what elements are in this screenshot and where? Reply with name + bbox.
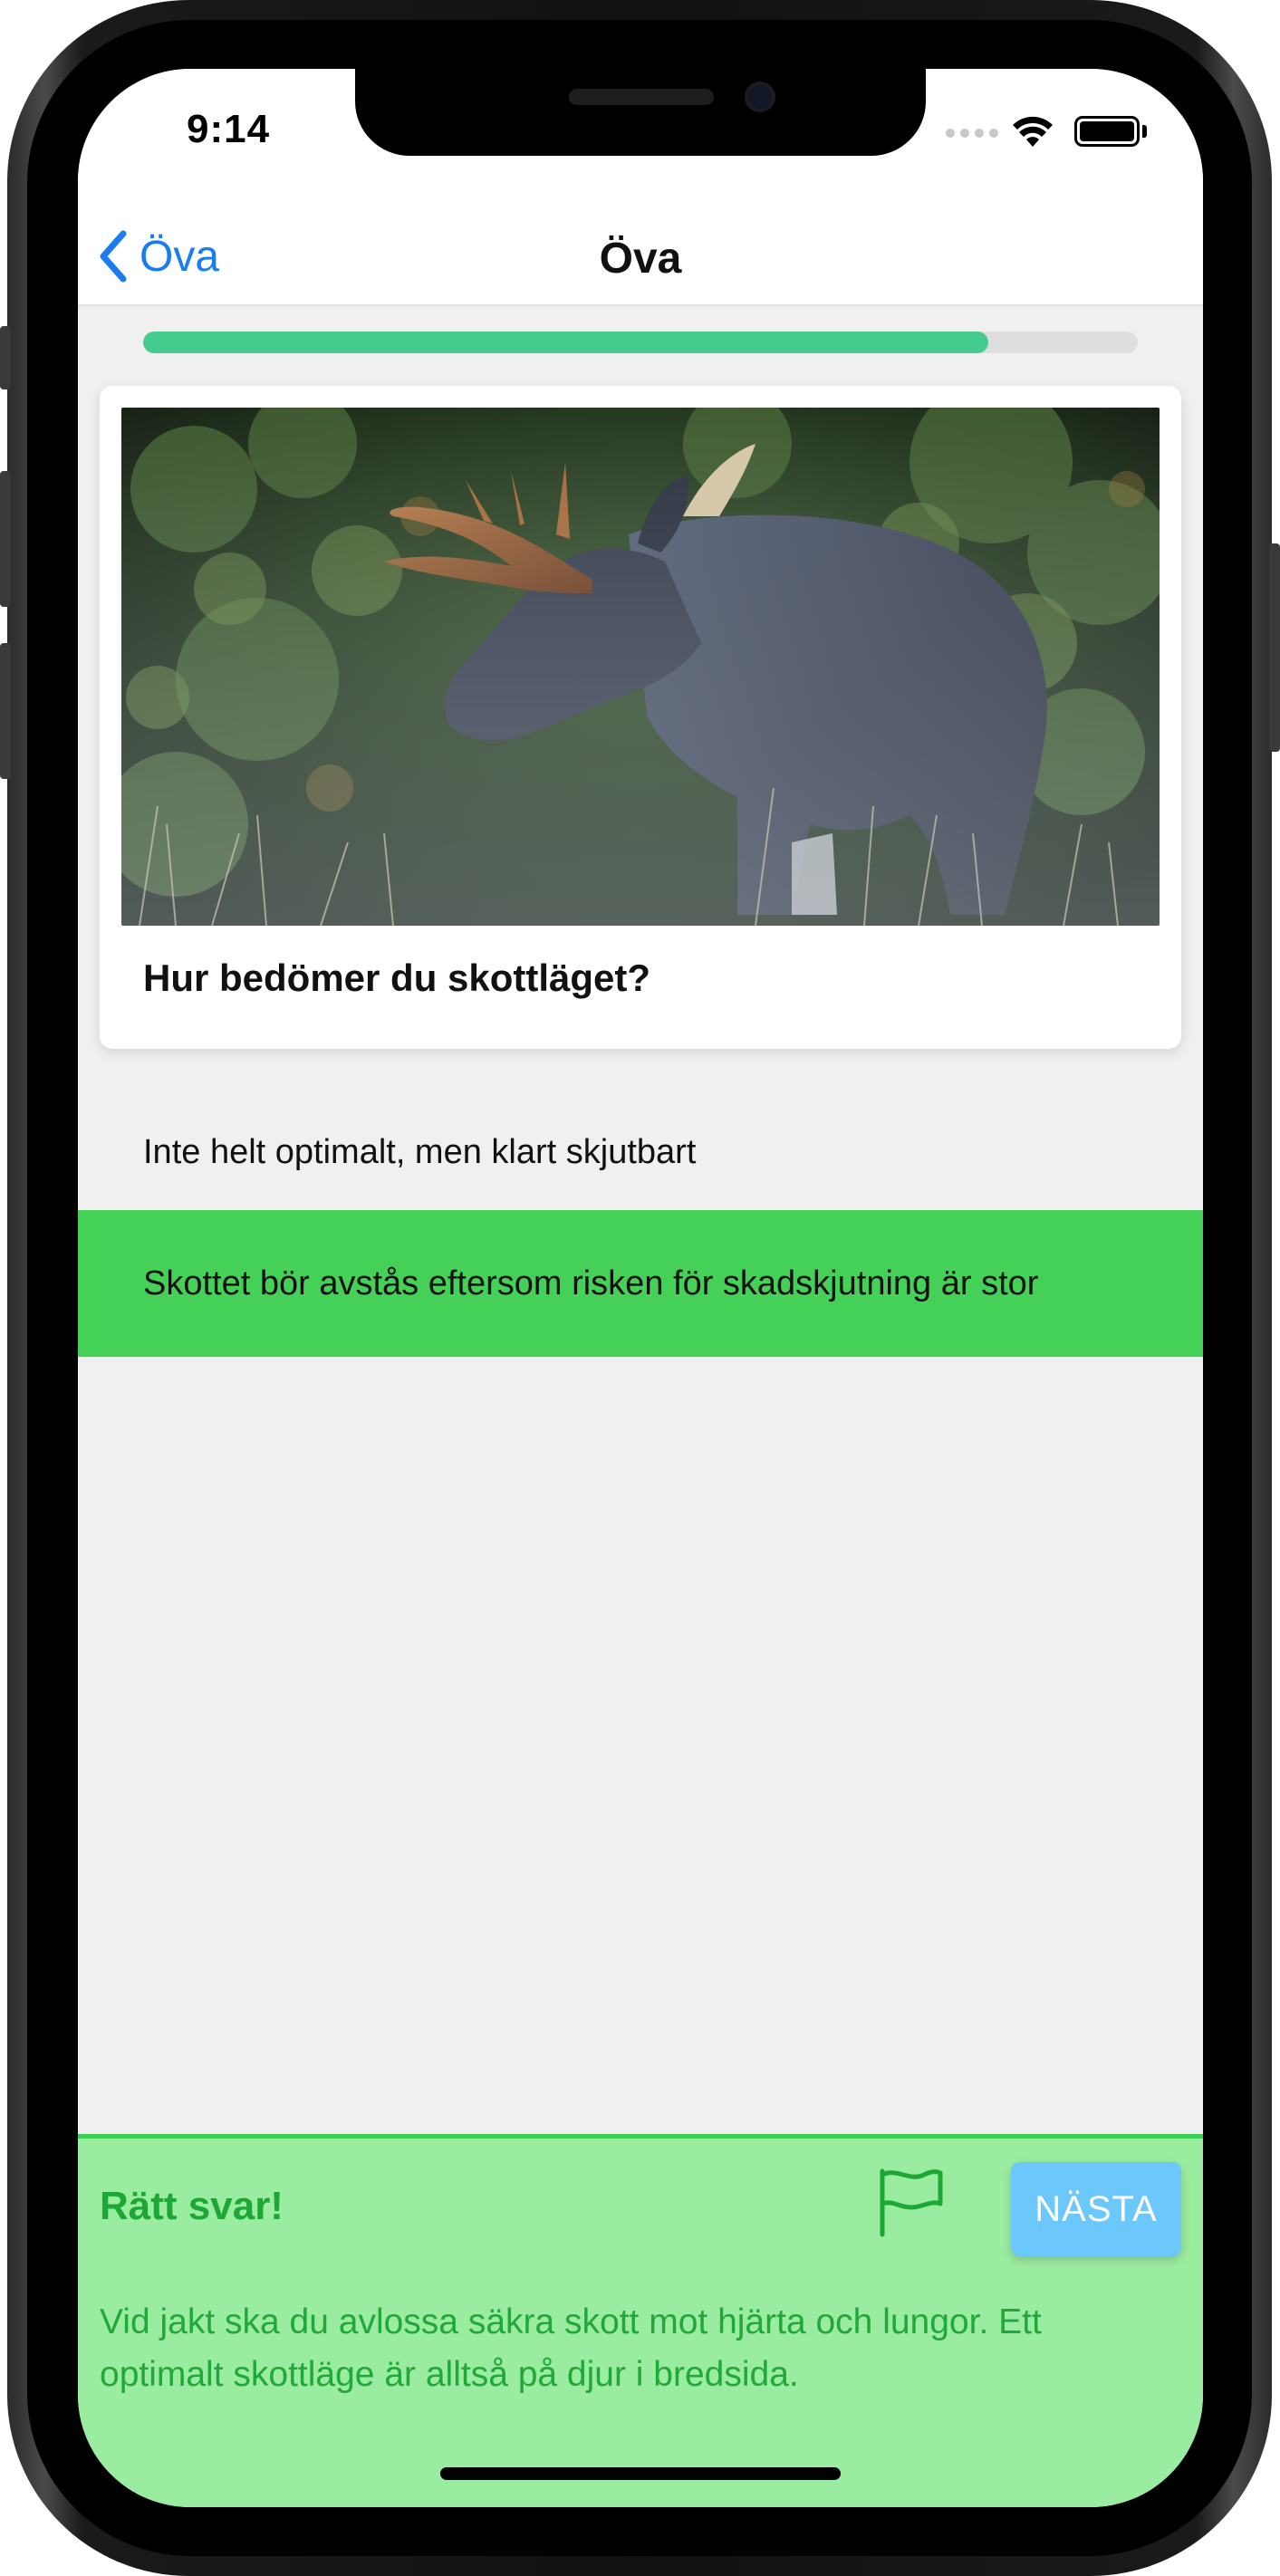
wifi-icon xyxy=(1013,116,1053,147)
battery-nub xyxy=(1142,125,1147,138)
volume-down-button xyxy=(0,643,11,779)
mute-switch xyxy=(0,326,11,389)
battery-full-icon xyxy=(1074,116,1140,147)
answer-option-1-label: Inte helt optimalt, men klart skjutbart xyxy=(143,1133,697,1171)
status-time: 9:14 xyxy=(187,107,271,151)
progress-bar-fill xyxy=(143,332,989,353)
answer-option-2[interactable]: Skottet bör avstås eftersom risken för s… xyxy=(78,1210,1203,1357)
flag-icon[interactable] xyxy=(875,2166,948,2238)
navigation-bar: Öva Öva xyxy=(78,205,1203,306)
question-text: Hur bedömer du skottläget? xyxy=(143,956,651,999)
answer-option-2-label: Skottet bör avstås eftersom risken för s… xyxy=(143,1264,1039,1302)
feedback-title: Rätt svar! xyxy=(100,2184,284,2228)
screen: 9:14 Öva Öva Hur bedömer du skottläget? … xyxy=(78,69,1203,2507)
status-bar: 9:14 xyxy=(78,69,1203,205)
power-button xyxy=(1269,543,1280,752)
moose-photo xyxy=(121,408,1160,926)
next-button[interactable]: NÄSTA xyxy=(1011,2162,1181,2256)
earpiece xyxy=(569,89,714,105)
feedback-panel: Rätt svar! NÄSTA Vid jakt ska du avlossa… xyxy=(78,2134,1203,2507)
cellular-signal-icon xyxy=(946,129,998,138)
question-card: Hur bedömer du skottläget? xyxy=(100,386,1181,1049)
volume-up-button xyxy=(0,471,11,607)
feedback-explanation: Vid jakt ska du avlossa säkra skott mot … xyxy=(100,2302,1042,2394)
front-camera xyxy=(745,82,775,112)
page-title: Öva xyxy=(599,235,682,283)
notch xyxy=(355,69,926,156)
home-indicator[interactable] xyxy=(440,2467,841,2480)
progress-bar xyxy=(143,332,1138,353)
answer-option-1[interactable]: Inte helt optimalt, men klart skjutbart xyxy=(78,1101,1203,1203)
